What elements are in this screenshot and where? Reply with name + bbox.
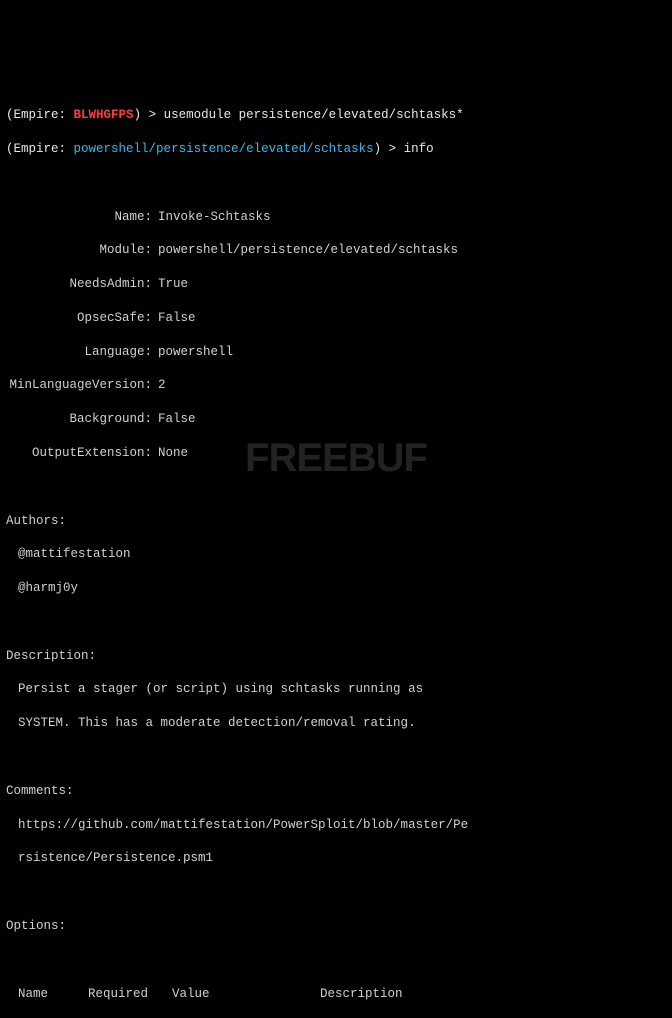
description-line-1: Persist a stager (or script) using schta… (6, 681, 666, 698)
info-row-opsecsafe: OpsecSafe:False (6, 310, 666, 327)
authors-header: Authors: (6, 513, 666, 530)
author-2: @harmj0y (6, 580, 666, 597)
description-header: Description: (6, 648, 666, 665)
comments-line-2: rsistence/Persistence.psm1 (6, 850, 666, 867)
info-row-needsadmin: NeedsAdmin:True (6, 276, 666, 293)
command-1: usemodule persistence/elevated/schtasks* (164, 108, 464, 122)
options-header: Options: (6, 918, 666, 935)
info-row-background: Background:False (6, 411, 666, 428)
description-line-2: SYSTEM. This has a moderate detection/re… (6, 715, 666, 732)
prompt-line-2: (Empire: powershell/persistence/elevated… (6, 141, 666, 158)
info-row-name: Name:Invoke-Schtasks (6, 209, 666, 226)
info-row-minlang: MinLanguageVersion:2 (6, 377, 666, 394)
info-row-outputext: OutputExtension:None (6, 445, 666, 462)
module-context: powershell/persistence/elevated/schtasks (74, 142, 374, 156)
prompt-line-1: (Empire: BLWHGFPS) > usemodule persisten… (6, 107, 666, 124)
author-1: @mattifestation (6, 546, 666, 563)
info-row-language: Language:powershell (6, 344, 666, 361)
command-2: info (404, 142, 434, 156)
comments-header: Comments: (6, 783, 666, 800)
empire-label: Empire (14, 108, 59, 122)
comments-line-1: https://github.com/mattifestation/PowerS… (6, 817, 666, 834)
info-row-module: Module:powershell/persistence/elevated/s… (6, 242, 666, 259)
options-header-row: NameRequiredValueDescription (6, 986, 666, 1003)
agent-name: BLWHGFPS (74, 108, 134, 122)
empire-label: Empire (14, 142, 59, 156)
terminal-output[interactable]: (Empire: BLWHGFPS) > usemodule persisten… (6, 74, 666, 1018)
